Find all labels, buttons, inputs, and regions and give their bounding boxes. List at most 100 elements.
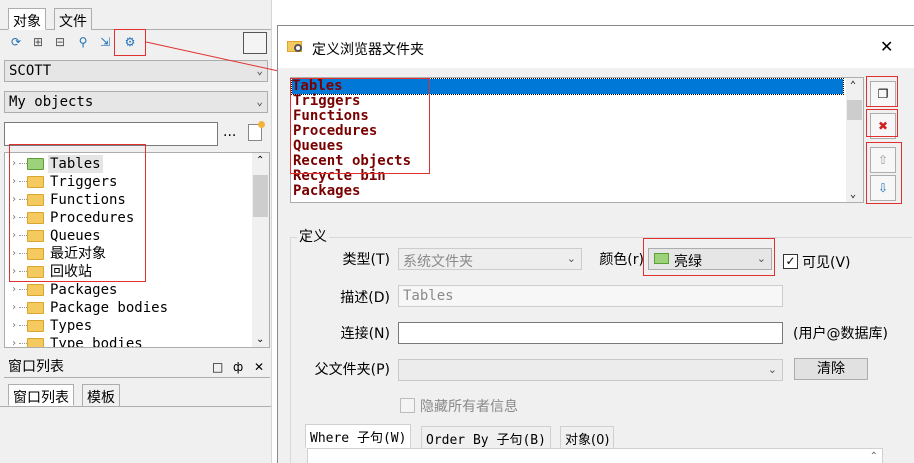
toolbar-square-button[interactable]: [243, 32, 267, 54]
visible-checkbox[interactable]: ✓: [783, 254, 798, 269]
folder-list-item[interactable]: Procedures: [293, 124, 377, 139]
folder-list-item[interactable]: Functions: [293, 109, 369, 124]
owner-combo[interactable]: SCOTT ⌄: [4, 60, 268, 82]
description-label: 描述(D): [340, 290, 390, 306]
scroll-down-icon[interactable]: ⌄: [256, 334, 264, 345]
tree-item[interactable]: › Triggers: [5, 173, 251, 191]
tree-item-label: Types: [50, 318, 93, 334]
dialog-titlebar: 定义浏览器文件夹 ✕: [278, 26, 914, 68]
folder-list-scroll-thumb[interactable]: [847, 100, 862, 120]
tree-item-label: Package bodies: [50, 300, 169, 316]
folder-green-icon: [654, 253, 669, 264]
filter-icon[interactable]: ⇲: [97, 34, 113, 50]
filter-combo[interactable]: My objects ⌄: [4, 91, 268, 113]
folder-icon: [27, 230, 44, 242]
chevron-right-icon[interactable]: ›: [11, 173, 17, 191]
folder-icon: [27, 212, 44, 224]
chevron-down-icon: ⌄: [767, 363, 777, 376]
scroll-down-icon[interactable]: ⌄: [850, 189, 856, 200]
chevron-right-icon[interactable]: ›: [11, 245, 17, 263]
tab-objects[interactable]: 对象: [8, 8, 46, 30]
tree-scroll-thumb[interactable]: [253, 175, 268, 217]
chevron-down-icon: ⌄: [256, 95, 263, 108]
connection-label: 连接(N): [340, 326, 390, 342]
folder-list-item[interactable]: Queues: [293, 139, 344, 154]
tree-item[interactable]: › Types: [5, 317, 251, 335]
tab-where-clause[interactable]: Where 子句(W): [305, 424, 412, 448]
tree-item[interactable]: › Functions: [5, 191, 251, 209]
scroll-up-icon[interactable]: ⌃: [256, 155, 264, 166]
chevron-right-icon[interactable]: ›: [11, 209, 17, 227]
parent-folder-select[interactable]: ⌄: [398, 359, 783, 381]
chevron-right-icon[interactable]: ›: [11, 281, 17, 299]
tab-templates[interactable]: 模板: [82, 384, 120, 406]
connection-input[interactable]: [398, 322, 783, 344]
window-list-header: 窗口列表 □ ф ✕: [4, 356, 270, 378]
new-page-icon[interactable]: [248, 121, 265, 141]
color-label: 颜色(r): [599, 252, 644, 268]
refresh-icon[interactable]: ⟳: [8, 34, 24, 50]
close-icon[interactable]: ✕: [254, 356, 264, 378]
folder-icon: [27, 320, 44, 332]
tree-item[interactable]: › Type bodies: [5, 335, 251, 348]
collapse-icon[interactable]: ⊟: [52, 34, 68, 50]
search-input[interactable]: [4, 122, 218, 146]
new-folder-button[interactable]: ❐: [870, 81, 896, 107]
folder-list-item[interactable]: Triggers: [293, 94, 360, 109]
color-select[interactable]: 亮绿 ⌄: [648, 248, 772, 270]
tree-item[interactable]: › Package bodies: [5, 299, 251, 317]
tree-item[interactable]: › Tables: [5, 155, 251, 173]
tree-item[interactable]: › Queues: [5, 227, 251, 245]
chevron-right-icon[interactable]: ›: [11, 191, 17, 209]
tree-item-label: Functions: [50, 192, 126, 208]
move-up-button[interactable]: ⇧: [870, 147, 896, 173]
tab-order-by-clause[interactable]: Order By 子句(B): [421, 426, 551, 448]
folder-list[interactable]: ⌃ ⌄ Tables Triggers Functions Procedures Que…: [290, 77, 864, 203]
clear-button[interactable]: 清除: [794, 358, 868, 380]
chevron-down-icon: ⌄: [756, 252, 766, 265]
chevron-right-icon[interactable]: ›: [11, 227, 17, 245]
folder-list-item[interactable]: Recycle bin: [293, 169, 386, 184]
arrow-up-icon: ⇧: [877, 153, 889, 167]
tree-item-label: Packages: [50, 282, 118, 298]
description-input[interactable]: Tables: [398, 285, 783, 307]
type-select: 系统文件夹 ⌄: [398, 248, 582, 270]
object-tree[interactable]: ⌃ ⌄ › Tables › Triggers › Functions › Procedure…: [4, 152, 270, 348]
pin-icon[interactable]: ф: [233, 356, 243, 378]
tree-scrollbar[interactable]: ⌃ ⌄: [252, 153, 269, 347]
more-button[interactable]: ...: [223, 124, 236, 140]
expand-icon[interactable]: ⊞: [30, 34, 46, 50]
scroll-up-icon[interactable]: ⌃: [870, 451, 878, 462]
chevron-right-icon[interactable]: ›: [11, 155, 17, 173]
tree-item-label: Tables: [48, 155, 103, 173]
object-browser-panel: 对象 文件 ⟳ ⊞ ⊟ ⚲ ⇲ ⚙ SCOTT ⌄ My objects ⌄ .…: [0, 0, 272, 463]
chevron-right-icon[interactable]: ›: [11, 263, 17, 281]
tab-objects[interactable]: 对象(0): [560, 426, 615, 448]
tree-item[interactable]: › Packages: [5, 281, 251, 299]
scroll-up-icon[interactable]: ⌃: [850, 80, 856, 91]
parent-folder-label: 父文件夹(P): [314, 362, 390, 378]
close-icon[interactable]: ✕: [880, 37, 893, 56]
folder-icon: [27, 266, 44, 278]
folder-list-item[interactable]: Packages: [293, 184, 360, 199]
connection-hint: (用户@数据库): [793, 326, 888, 342]
chevron-right-icon[interactable]: ›: [11, 299, 17, 317]
restore-icon[interactable]: □: [212, 356, 223, 378]
tree-item[interactable]: › Procedures: [5, 209, 251, 227]
chevron-right-icon[interactable]: ›: [11, 317, 17, 335]
folder-list-item[interactable]: Tables: [291, 78, 844, 95]
chevron-right-icon[interactable]: ›: [11, 335, 17, 347]
folder-list-item[interactable]: Recent objects: [293, 154, 411, 169]
where-clause-editor[interactable]: ⌃: [307, 448, 883, 463]
tree-item[interactable]: › 最近对象: [5, 245, 251, 263]
folder-list-scrollbar[interactable]: ⌃ ⌄: [846, 78, 863, 202]
arrow-down-icon: ⇩: [877, 181, 889, 195]
find-icon[interactable]: ⚲: [75, 34, 91, 50]
move-down-button[interactable]: ⇩: [870, 175, 896, 201]
tree-item-label: Type bodies: [50, 336, 143, 348]
delete-folder-button[interactable]: ✖: [870, 113, 896, 139]
tree-item[interactable]: › 回收站: [5, 263, 251, 281]
tab-window-list[interactable]: 窗口列表: [8, 384, 74, 406]
tab-files[interactable]: 文件: [54, 8, 92, 30]
folder-settings-icon[interactable]: ⚙: [122, 34, 138, 50]
